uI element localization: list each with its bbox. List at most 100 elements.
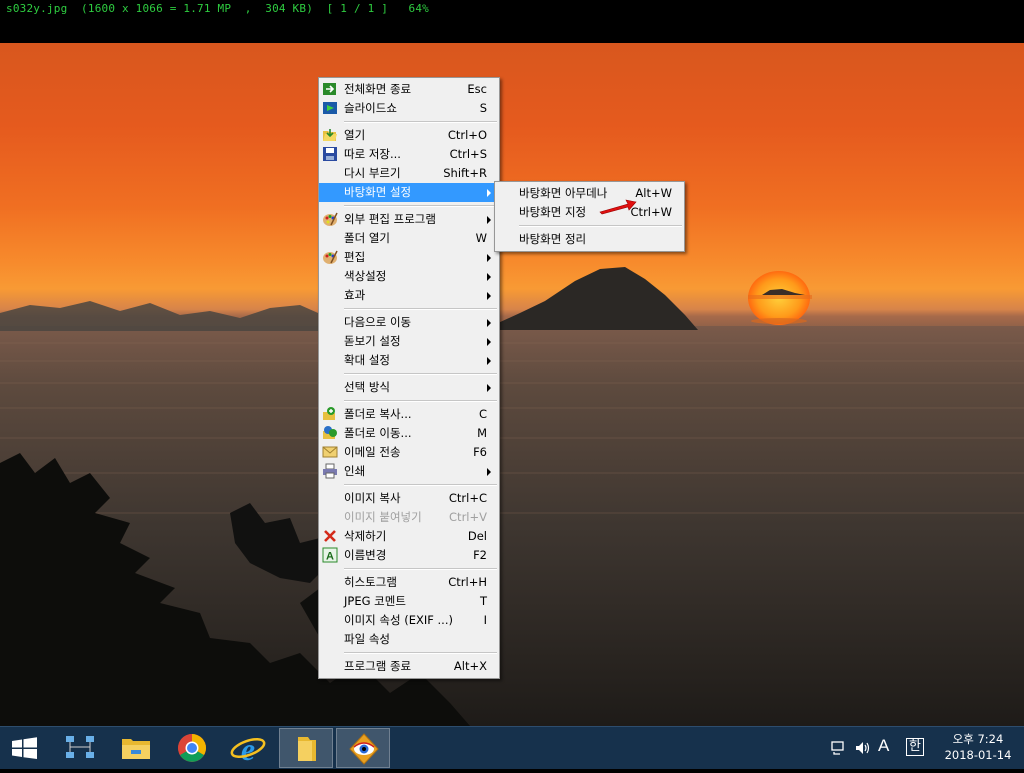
menu-item-shortcut: Alt+W: [635, 186, 672, 200]
submenu-item-wallpaper-anywhere[interactable]: 바탕화면 아무데나 Alt+W: [495, 184, 684, 203]
menu-item-shortcut: F2: [473, 548, 487, 562]
menu-item-shortcut: Esc: [467, 82, 487, 96]
menu-item-copy-image[interactable]: 이미지 복사 Ctrl+C: [319, 489, 499, 508]
menu-item-exit-fullscreen[interactable]: 전체화면 종료 Esc: [319, 80, 499, 99]
menu-item-shortcut: M: [477, 426, 487, 440]
menu-item-image-properties[interactable]: 이미지 속성 (EXIF ...) I: [319, 611, 499, 630]
sunset-photo: [0, 267, 1024, 726]
taskbar-internet-explorer[interactable]: e: [221, 728, 275, 768]
image-viewport[interactable]: [0, 43, 1024, 726]
menu-item-shortcut: S: [479, 101, 487, 115]
taskbar-honeyview[interactable]: [336, 728, 390, 768]
submenu-arrow-icon: [487, 357, 491, 365]
menu-separator: [344, 484, 497, 486]
menu-item-shortcut: Ctrl+O: [447, 128, 487, 142]
network-icon: [66, 736, 94, 758]
menu-item-label: 돋보기 설정: [344, 334, 401, 348]
folder-icon: [298, 737, 316, 761]
clock-time: 오후 7:24: [952, 732, 1004, 746]
printer-icon: [323, 463, 337, 479]
menu-item-label: 다시 부르기: [344, 166, 401, 180]
menu-item-reload[interactable]: 다시 부르기 Shift+R: [319, 164, 499, 183]
menu-separator: [344, 308, 497, 310]
menu-item-edit[interactable]: 편집: [319, 248, 499, 267]
submenu-arrow-icon: [487, 468, 491, 476]
taskbar-clock[interactable]: 오후 7:24 2018-01-14: [938, 731, 1018, 763]
internet-explorer-icon: e: [230, 731, 266, 767]
menu-item-label: 전체화면 종료: [344, 82, 412, 96]
start-windows-icon: [12, 737, 37, 759]
menu-item-print[interactable]: 인쇄: [319, 462, 499, 481]
menu-item-color-settings[interactable]: 색상설정: [319, 267, 499, 286]
menu-item-shortcut: Shift+R: [443, 166, 487, 180]
menu-separator: [344, 400, 497, 402]
menu-item-exit-program[interactable]: 프로그램 종료 Alt+X: [319, 657, 499, 676]
menu-item-shortcut: Alt+X: [453, 659, 487, 673]
menu-item-label: 이미지 속성 (EXIF ...): [344, 613, 453, 627]
menu-item-label: 바탕화면 설정: [344, 185, 412, 199]
menu-item-jpeg-comment[interactable]: JPEG 코멘트 T: [319, 592, 499, 611]
menu-item-open-folder[interactable]: 폴더 열기 W: [319, 229, 499, 248]
submenu-arrow-icon: [487, 292, 491, 300]
menu-item-label: 인쇄: [344, 464, 366, 478]
context-menu: 전체화면 종료 Esc 슬라이드쇼 S 열기 Ctrl+O 따로 저장... C…: [318, 77, 500, 679]
taskbar-folder-window[interactable]: [279, 728, 333, 768]
menu-item-label: 외부 편집 프로그램: [344, 212, 436, 226]
menu-item-move-to-folder[interactable]: 폴더로 이동... M: [319, 424, 499, 443]
menu-item-copy-to-folder[interactable]: 폴더로 복사... C: [319, 405, 499, 424]
menu-item-file-properties[interactable]: 파일 속성: [319, 630, 499, 649]
menu-item-label: 바탕화면 아무데나: [519, 186, 608, 200]
menu-item-save-as[interactable]: 따로 저장... Ctrl+S: [319, 145, 499, 164]
menu-item-histogram[interactable]: 히스토그램 Ctrl+H: [319, 573, 499, 592]
menu-item-rename[interactable]: A 이름변경 F2: [319, 546, 499, 565]
start-button[interactable]: [0, 728, 54, 768]
submenu-item-wallpaper-clear[interactable]: 바탕화면 정리: [495, 230, 684, 249]
menu-item-slideshow[interactable]: 슬라이드쇼 S: [319, 99, 499, 118]
svg-text:A: A: [326, 551, 334, 563]
menu-item-label: 색상설정: [344, 269, 387, 283]
menu-item-external-editor[interactable]: 외부 편집 프로그램: [319, 210, 499, 229]
chrome-icon: [178, 734, 206, 762]
menu-separator: [344, 205, 497, 207]
menu-item-label: 이름변경: [344, 548, 387, 562]
menu-item-wallpaper-settings[interactable]: 바탕화면 설정: [319, 183, 499, 202]
menu-item-selection-mode[interactable]: 선택 방식: [319, 378, 499, 397]
menu-item-label: 히스토그램: [344, 575, 397, 589]
ime-language-indicator[interactable]: A: [878, 736, 889, 756]
menu-separator: [344, 652, 497, 654]
menu-item-send-email[interactable]: 이메일 전송 F6: [319, 443, 499, 462]
menu-item-shortcut: Del: [467, 529, 487, 543]
menu-item-shortcut: Ctrl+H: [448, 575, 487, 589]
submenu-item-wallpaper-set[interactable]: 바탕화면 지정 Ctrl+W: [495, 203, 684, 222]
menu-item-label: 바탕화면 지정: [519, 205, 587, 219]
taskbar-file-explorer[interactable]: [109, 728, 163, 768]
clock-date: 2018-01-14: [944, 748, 1012, 762]
menu-separator: [344, 121, 497, 123]
menu-item-delete[interactable]: 삭제하기 Del: [319, 527, 499, 546]
menu-item-label: 효과: [344, 288, 366, 302]
volume-speaker-icon[interactable]: [854, 740, 872, 756]
image-info-text: s032y.jpg (1600 x 1066 = 1.71 MP , 304 K…: [6, 2, 429, 15]
menu-item-shortcut: W: [475, 231, 487, 245]
menu-item-label: 삭제하기: [344, 529, 387, 543]
taskbar-chrome[interactable]: [165, 728, 219, 768]
menu-item-label: 폴더로 복사...: [344, 407, 412, 421]
email-icon: [322, 446, 338, 458]
menu-item-label: 슬라이드쇼: [344, 101, 397, 115]
menu-item-label: 파일 속성: [344, 632, 390, 646]
palette-icon: [323, 212, 338, 226]
menu-item-open[interactable]: 열기 Ctrl+O: [319, 126, 499, 145]
ime-mode-indicator[interactable]: 한: [906, 738, 924, 756]
menu-item-effects[interactable]: 효과: [319, 286, 499, 305]
menu-item-label: 열기: [344, 128, 366, 142]
menu-item-navigate[interactable]: 다음으로 이동: [319, 313, 499, 332]
menu-item-shortcut: F6: [473, 445, 487, 459]
action-center-flag-icon[interactable]: [830, 740, 848, 756]
menu-item-zoom-settings[interactable]: 확대 설정: [319, 351, 499, 370]
save-disk-icon: [323, 147, 337, 161]
taskbar-network-app[interactable]: [54, 728, 108, 768]
menu-item-magnifier[interactable]: 돋보기 설정: [319, 332, 499, 351]
menu-item-label: 다음으로 이동: [344, 315, 412, 329]
copy-to-folder-icon: [323, 407, 335, 420]
exit-fullscreen-icon: [323, 83, 336, 95]
